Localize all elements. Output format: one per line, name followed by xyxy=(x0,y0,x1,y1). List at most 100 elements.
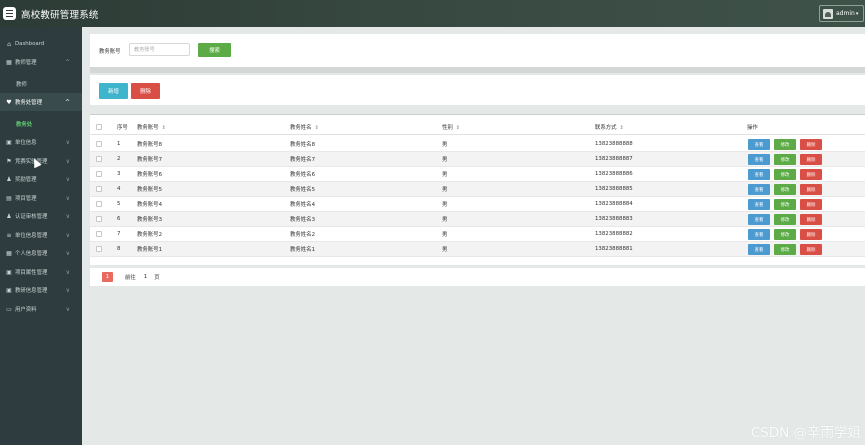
sidebar-item-project-attr[interactable]: ▣ 项目属性管理 ∨ xyxy=(0,263,82,281)
cell-name: 教务姓名3 xyxy=(290,217,315,223)
page-current[interactable]: 1 xyxy=(102,272,113,282)
row-checkbox[interactable] xyxy=(96,216,102,222)
edit-button[interactable]: 修改 xyxy=(774,154,796,165)
row-checkbox[interactable] xyxy=(96,156,102,162)
delete-button[interactable]: 删除 xyxy=(800,214,822,225)
edit-button[interactable]: 修改 xyxy=(774,244,796,255)
grid-icon: ▦ xyxy=(6,249,12,257)
add-button[interactable]: 新增 xyxy=(99,83,128,99)
cell-sex: 男 xyxy=(442,187,448,193)
cell-account: 教务账号1 xyxy=(137,247,162,253)
header-name[interactable]: 教务姓名 ⇕ xyxy=(290,123,319,131)
cell-account: 教务账号7 xyxy=(137,157,162,163)
building-icon: ▣ xyxy=(6,138,12,146)
row-checkbox[interactable] xyxy=(96,186,102,192)
sidebar: ⌂ Dashboard ▦ 教师管理 ^ 教师 ♥ 教务处管理 ^ 教务处 ▣ … xyxy=(0,27,82,445)
view-button[interactable]: 查看 xyxy=(748,154,770,165)
row-checkbox[interactable] xyxy=(96,141,102,147)
sliders-icon: ≡ xyxy=(6,231,12,239)
cell-no: 1 xyxy=(117,141,121,147)
view-button[interactable]: 查看 xyxy=(748,199,770,210)
chevron-down-icon: ∨ xyxy=(65,212,70,220)
edit-button[interactable]: 修改 xyxy=(774,169,796,180)
view-button[interactable]: 查看 xyxy=(748,139,770,150)
sidebar-item-unit-info[interactable]: ▣ 单位信息 ∨ xyxy=(0,133,82,151)
sidebar-item-personal-info[interactable]: ▦ 个人信息管理 ∨ xyxy=(0,244,82,262)
page-input[interactable]: 1 xyxy=(144,274,147,280)
sidebar-sub-teacher[interactable]: 教师 xyxy=(0,75,82,93)
search-button[interactable]: 搜索 xyxy=(198,43,231,57)
table-row: 3 教务账号6 教务姓名6 男 13823888886 查看 修改 删除 xyxy=(90,167,865,182)
briefcase-icon: ▣ xyxy=(6,286,12,294)
row-checkbox[interactable] xyxy=(96,201,102,207)
sidebar-item-certification[interactable]: ♟ 认证审核管理 ∨ xyxy=(0,207,82,225)
sort-icon[interactable]: ⇕ xyxy=(620,125,624,131)
header-phone[interactable]: 联系方式 ⇕ xyxy=(595,123,624,131)
sort-icon[interactable]: ⇕ xyxy=(315,125,319,131)
sidebar-item-label: Dashboard xyxy=(15,41,45,47)
delete-button[interactable]: 删除 xyxy=(800,154,822,165)
cell-name: 教务姓名1 xyxy=(290,247,315,253)
chevron-down-icon: ∨ xyxy=(65,194,70,202)
sidebar-item-office-mgmt[interactable]: ♥ 教务处管理 ^ xyxy=(0,93,82,111)
cell-account: 教务账号2 xyxy=(137,232,162,238)
table-row: 5 教务账号4 教务姓名4 男 13823888884 查看 修改 删除 xyxy=(90,197,865,212)
cell-phone: 13823888884 xyxy=(595,201,633,207)
edit-button[interactable]: 修改 xyxy=(774,184,796,195)
batch-delete-button[interactable]: 删除 xyxy=(131,83,160,99)
view-button[interactable]: 查看 xyxy=(748,214,770,225)
header-account[interactable]: 教务账号 ⇕ xyxy=(137,123,166,131)
user-menu[interactable]: admin ▾ xyxy=(819,5,864,22)
header-sex[interactable]: 性别 ⇕ xyxy=(442,123,460,131)
select-all-checkbox[interactable] xyxy=(96,123,102,130)
search-input[interactable]: 教务账号 xyxy=(129,43,190,56)
top-bar: 高校教研管理系统 admin ▾ xyxy=(0,0,865,27)
chevron-down-icon: ∨ xyxy=(65,305,70,313)
edit-button[interactable]: 修改 xyxy=(774,214,796,225)
row-checkbox[interactable] xyxy=(96,171,102,177)
sidebar-item-awards[interactable]: ♟ 奖励管理 ∨ xyxy=(0,170,82,188)
delete-button[interactable]: 删除 xyxy=(800,244,822,255)
table-row: 6 教务账号3 教务姓名3 男 13823888883 查看 修改 删除 xyxy=(90,212,865,227)
hamburger-icon[interactable] xyxy=(3,7,16,20)
list-icon: ▤ xyxy=(6,194,12,202)
delete-button[interactable]: 删除 xyxy=(800,229,822,240)
sidebar-sub-office[interactable]: 教务处 xyxy=(0,115,82,133)
delete-button[interactable]: 删除 xyxy=(800,184,822,195)
cell-sex: 男 xyxy=(442,232,448,238)
sort-icon[interactable]: ⇕ xyxy=(162,125,166,131)
sort-icon[interactable]: ⇕ xyxy=(456,125,460,131)
row-checkbox[interactable] xyxy=(96,231,102,237)
edit-button[interactable]: 修改 xyxy=(774,199,796,210)
edit-button[interactable]: 修改 xyxy=(774,229,796,240)
view-button[interactable]: 查看 xyxy=(748,169,770,180)
cell-name: 教务姓名7 xyxy=(290,157,315,163)
grid-icon: ▦ xyxy=(6,58,12,66)
app-title: 高校教研管理系统 xyxy=(21,9,99,21)
table-header: 序号 教务账号 ⇕ 教务姓名 ⇕ 性别 ⇕ 联系方式 ⇕ 操作 xyxy=(90,119,865,135)
sidebar-item-research-info[interactable]: ▣ 教研信息管理 ∨ xyxy=(0,281,82,299)
cell-sex: 男 xyxy=(442,247,448,253)
cell-sex: 男 xyxy=(442,142,448,148)
cell-no: 6 xyxy=(117,216,121,222)
sidebar-item-competition[interactable]: ⚑ 竞赛实验管理 ∨ xyxy=(0,152,82,170)
row-checkbox[interactable] xyxy=(96,246,102,252)
search-label: 教务账号 xyxy=(99,49,121,55)
delete-button[interactable]: 删除 xyxy=(800,169,822,180)
view-button[interactable]: 查看 xyxy=(748,244,770,255)
sidebar-item-projects[interactable]: ▤ 项目管理 ∨ xyxy=(0,189,82,207)
sidebar-item-teacher-mgmt[interactable]: ▦ 教师管理 ^ xyxy=(0,53,82,71)
goto-label: 前往 xyxy=(125,275,136,281)
caret-down-icon: ▾ xyxy=(855,10,859,17)
delete-button[interactable]: 删除 xyxy=(800,139,822,150)
table-row: 4 教务账号5 教务姓名5 男 13823888885 查看 修改 删除 xyxy=(90,182,865,197)
sidebar-item-user-profile[interactable]: ▭ 用户资料 ∨ xyxy=(0,300,82,318)
cell-name: 教务姓名8 xyxy=(290,142,315,148)
sidebar-item-dashboard[interactable]: ⌂ Dashboard xyxy=(0,35,82,53)
view-button[interactable]: 查看 xyxy=(748,184,770,195)
delete-button[interactable]: 删除 xyxy=(800,199,822,210)
divider xyxy=(90,67,865,73)
sidebar-item-unit-info-mgmt[interactable]: ≡ 单位信息管理 ∨ xyxy=(0,226,82,244)
edit-button[interactable]: 修改 xyxy=(774,139,796,150)
view-button[interactable]: 查看 xyxy=(748,229,770,240)
